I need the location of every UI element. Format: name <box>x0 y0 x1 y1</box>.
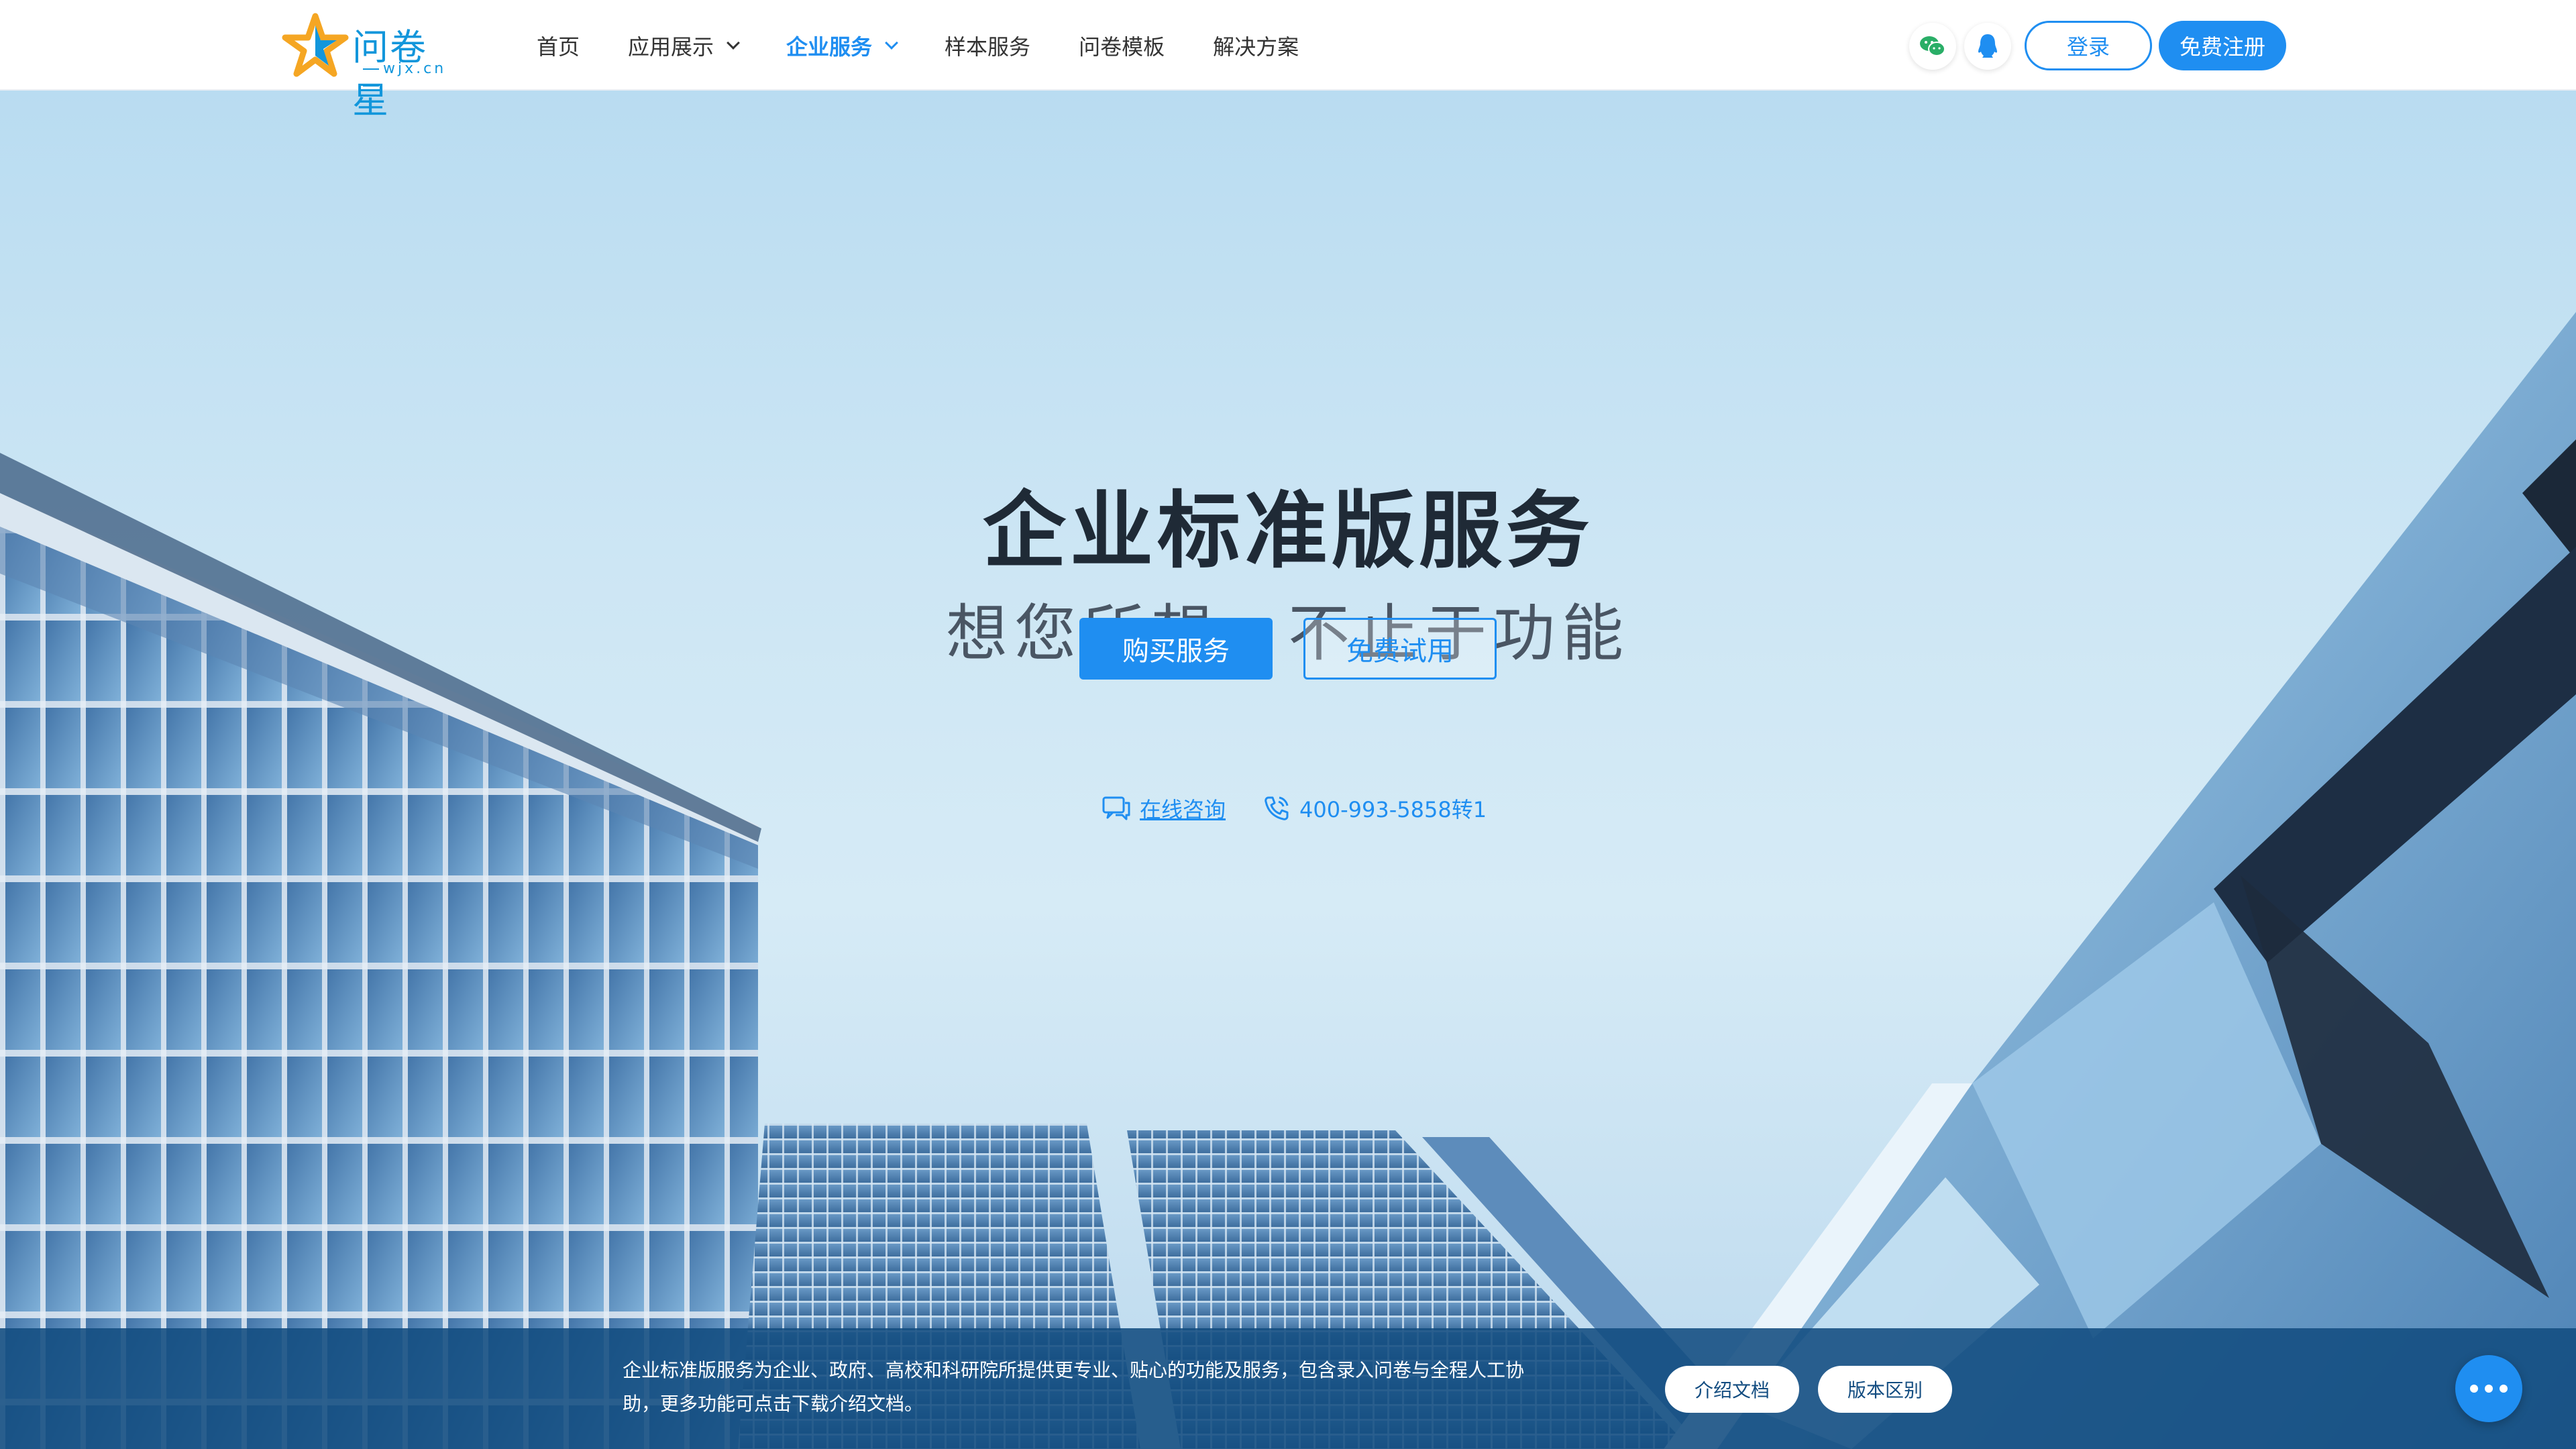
more-dots-icon <box>2470 1385 2508 1393</box>
free-trial-button[interactable]: 免费试用 <box>1303 618 1497 680</box>
logo-domain: wjx.cn <box>359 60 456 94</box>
qq-button[interactable] <box>1964 23 2011 70</box>
hero-subtitle: 想您所想，不止于功能 <box>945 598 1630 669</box>
nav-enterprise-service-label: 企业服务 <box>786 34 873 60</box>
intro-doc-button[interactable]: 介绍文档 <box>1665 1366 1799 1413</box>
wechat-button[interactable] <box>1909 23 1956 70</box>
nav-solutions-label: 解决方案 <box>1213 34 1299 60</box>
nav-solutions[interactable]: 解决方案 <box>1213 30 1299 61</box>
nav-app-showcase-label: 应用展示 <box>628 34 714 60</box>
floating-chat-button[interactable] <box>2455 1355 2522 1422</box>
online-consult-link[interactable]: 在线咨询 <box>1102 793 1226 824</box>
free-register-button[interactable]: 免费注册 <box>2159 21 2286 70</box>
hero-title: 企业标准版服务 <box>982 483 1593 580</box>
chevron-down-icon <box>885 36 898 50</box>
chat-bubble-icon <box>1102 796 1130 820</box>
nav-home-label: 首页 <box>537 34 580 60</box>
service-info-bar: 企业标准版服务为企业、政府、高校和科研院所提供更专业、贴心的功能及服务，包含录入… <box>0 1328 2576 1449</box>
chevron-down-icon <box>727 36 740 50</box>
hero-banner: 企业标准版服务 想您所想，不止于功能 <box>0 91 2576 1449</box>
login-button[interactable]: 登录 <box>2025 21 2152 70</box>
skyscraper-background-image <box>0 312 2576 1449</box>
nav-sample-service[interactable]: 样本服务 <box>945 30 1030 61</box>
phone-contact: 400-993-5858转1 <box>1263 793 1487 824</box>
phone-icon <box>1265 796 1289 820</box>
phone-number: 400-993-5858转1 <box>1299 797 1487 822</box>
main-nav: 首页 应用展示 企业服务 样本服务 问卷模板 解决方案 <box>537 0 1347 91</box>
version-diff-button[interactable]: 版本区别 <box>1818 1366 1952 1413</box>
online-consult-label: 在线咨询 <box>1140 797 1226 822</box>
wechat-icon <box>1920 36 1945 56</box>
service-description: 企业标准版服务为企业、政府、高校和科研院所提供更专业、贴心的功能及服务，包含录入… <box>623 1359 1525 1415</box>
nav-sample-service-label: 样本服务 <box>945 34 1031 60</box>
top-navbar: 问卷星 wjx.cn 首页 应用展示 企业服务 样本服务 问卷模板 解决方案 登… <box>0 0 2576 121</box>
nav-home[interactable]: 首页 <box>537 30 580 61</box>
nav-app-showcase[interactable]: 应用展示 <box>628 30 740 61</box>
qq-icon <box>1978 34 1997 58</box>
site-logo[interactable]: 问卷星 wjx.cn <box>282 12 456 121</box>
nav-survey-templates[interactable]: 问卷模板 <box>1079 30 1165 61</box>
nav-enterprise-service[interactable]: 企业服务 <box>786 30 898 61</box>
nav-survey-templates-label: 问卷模板 <box>1079 34 1165 60</box>
buy-service-button[interactable]: 购买服务 <box>1079 618 1273 680</box>
star-logo-icon <box>282 13 349 77</box>
